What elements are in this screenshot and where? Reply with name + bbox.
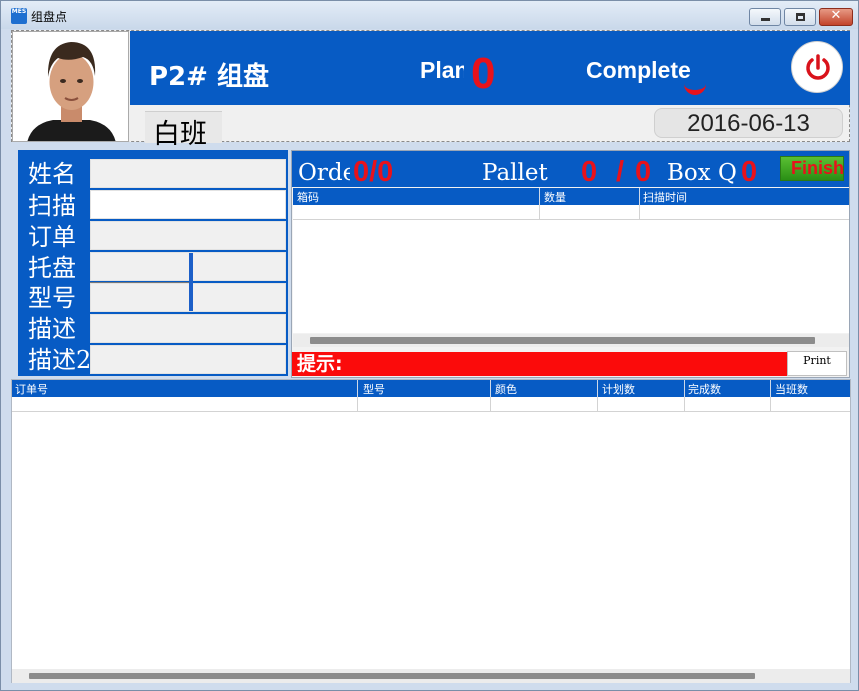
maximize-button[interactable]: [784, 8, 816, 26]
minimize-icon: [761, 18, 770, 21]
print-button[interactable]: Print: [787, 351, 847, 376]
table-row[interactable]: [12, 397, 850, 412]
close-icon: ✕: [830, 8, 842, 23]
minimize-button[interactable]: [749, 8, 781, 26]
pallet-label: Pallet: [482, 160, 548, 186]
order-grid[interactable]: [11, 379, 851, 683]
main-window: MES 组盘点 ✕ P2# 组盘 Plan 0 Complete 白班 2016…: [0, 0, 859, 691]
close-button[interactable]: ✕: [819, 8, 853, 26]
order-grid-col-color[interactable]: 颜色: [495, 381, 517, 397]
form-label-pallet: 托盘: [28, 254, 76, 282]
column-divider: [639, 205, 640, 220]
plan-value: 0: [471, 49, 496, 98]
column-divider: [597, 380, 598, 397]
form-label-scan: 扫描: [28, 192, 76, 220]
box-qty-label: Box Q: [667, 160, 737, 186]
scan-input[interactable]: [90, 190, 286, 219]
box-grid-scroll-thumb[interactable]: [310, 337, 815, 344]
box-grid-col-qty[interactable]: 数量: [544, 189, 566, 205]
window-title: 组盘点: [31, 10, 68, 24]
desc-field[interactable]: [90, 314, 286, 343]
form-label-order: 订单: [28, 223, 76, 251]
column-divider: [597, 397, 598, 412]
pallet-total: 0: [635, 156, 652, 188]
power-button[interactable]: [791, 41, 843, 93]
box-grid-body[interactable]: [293, 205, 849, 333]
complete-label: Complete: [586, 57, 691, 83]
box-grid-col-time[interactable]: 扫描时间: [643, 189, 687, 205]
column-divider: [490, 380, 491, 397]
column-divider: [639, 188, 640, 205]
column-divider: [357, 380, 358, 397]
hint-label: 提示:: [297, 353, 343, 375]
date-display: 2016-06-13: [654, 108, 843, 138]
power-icon: [806, 54, 830, 80]
column-divider: [539, 205, 540, 220]
app-icon: MES: [11, 8, 27, 24]
column-divider: [490, 397, 491, 412]
box-grid-col-code[interactable]: 箱码: [297, 189, 319, 205]
pallet-field[interactable]: [90, 252, 286, 281]
order-label: Order: [298, 160, 350, 186]
station-title: P2# 组盘: [149, 62, 269, 92]
order-grid-col-order-no[interactable]: 订单号: [15, 381, 48, 397]
order-grid-header: 订单号 型号 颜色 计划数 完成数 当班数: [12, 380, 850, 397]
field-divider: [90, 282, 190, 283]
title-bar: [1, 1, 858, 29]
order-grid-col-model[interactable]: 型号: [363, 381, 385, 397]
column-divider: [539, 188, 540, 205]
column-divider: [357, 397, 358, 412]
form-label-desc2: 描述2: [28, 346, 92, 374]
column-divider: [770, 397, 771, 412]
column-divider: [684, 397, 685, 412]
hint-bar: [292, 352, 787, 376]
form-label-model: 型号: [28, 284, 76, 312]
finish-button[interactable]: Finish: [780, 156, 844, 181]
app-icon-text: MES: [11, 8, 27, 15]
order-value: 0/0: [353, 156, 394, 188]
column-divider: [770, 380, 771, 397]
plan-label: Plan: [420, 57, 464, 83]
order-grid-col-shift[interactable]: 当班数: [775, 381, 808, 397]
box-grid-header: 箱码 数量 扫描时间: [293, 188, 849, 205]
maximize-icon: [796, 13, 805, 21]
desc2-field[interactable]: [90, 345, 286, 374]
table-row[interactable]: [293, 205, 849, 220]
pallet-done: 0: [581, 156, 598, 188]
box-qty-value: 0: [741, 156, 758, 188]
form-label-name: 姓名: [28, 160, 76, 188]
order-field[interactable]: [90, 221, 286, 250]
order-grid-scroll-thumb[interactable]: [29, 673, 755, 679]
pallet-separator: /: [616, 156, 625, 188]
shift-label: 白班: [153, 119, 207, 150]
model-field[interactable]: [90, 283, 286, 312]
name-field[interactable]: [90, 159, 286, 188]
order-grid-col-plan[interactable]: 计划数: [602, 381, 635, 397]
text-cursor: [189, 253, 193, 311]
operator-photo: [12, 31, 129, 142]
column-divider: [684, 380, 685, 397]
order-grid-col-done[interactable]: 完成数: [688, 381, 721, 397]
form-label-desc: 描述: [28, 315, 76, 343]
